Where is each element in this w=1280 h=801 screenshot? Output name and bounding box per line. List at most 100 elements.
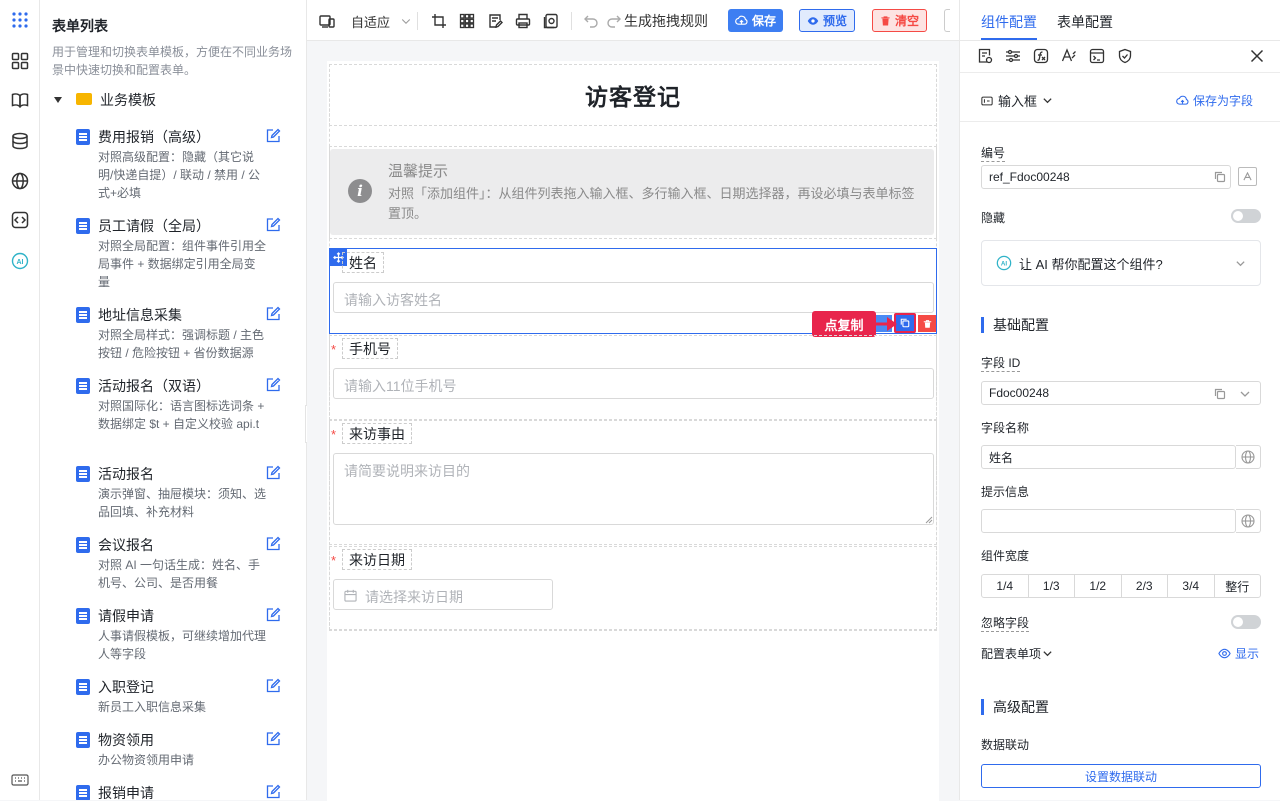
- info-icon: i: [348, 179, 372, 203]
- component-type-select[interactable]: 输入框: [981, 91, 1053, 110]
- device-icon[interactable]: [319, 11, 335, 31]
- trash-icon: [881, 15, 890, 25]
- function-icon[interactable]: [1033, 48, 1049, 64]
- copy-icon[interactable]: [1214, 171, 1226, 183]
- shield-check-icon[interactable]: [1117, 48, 1133, 64]
- eye-icon: [1218, 648, 1231, 659]
- template-desc: 对照 AI 一句话生成：姓名、手机号、公司、是否用餐: [98, 558, 261, 590]
- hint-input[interactable]: [981, 509, 1236, 533]
- sidebar-description: 用于管理和切换表单模板，方便在不同业务场景中快速切换和配置表单。: [52, 45, 293, 77]
- edit-doc-icon[interactable]: [487, 11, 503, 31]
- reason-textarea[interactable]: 请简要说明来访目的: [333, 453, 934, 525]
- text-style-icon[interactable]: [1061, 48, 1077, 64]
- tip-box[interactable]: i 温馨提示 对照「添加组件」：从组件列表拖入输入框、多行输入框、日期选择器，再…: [330, 149, 934, 235]
- document-icon: [76, 608, 90, 624]
- template-icon[interactable]: [543, 11, 559, 31]
- edit-icon[interactable]: [265, 306, 281, 322]
- grid-icon[interactable]: [459, 11, 475, 31]
- chevron-down-icon: [401, 19, 411, 24]
- chevron-down-icon[interactable]: [1239, 388, 1251, 400]
- sliders-icon[interactable]: [1005, 48, 1021, 64]
- book-icon[interactable]: [10, 90, 30, 110]
- width-option[interactable]: 3/4: [1168, 575, 1215, 597]
- width-option[interactable]: 1/4: [982, 575, 1029, 597]
- ignore-field-toggle[interactable]: [1231, 615, 1261, 629]
- config-items-toggle[interactable]: 配置表单项: [981, 645, 1053, 662]
- form-title[interactable]: 访客登记: [329, 64, 937, 126]
- code-icon[interactable]: [10, 210, 30, 230]
- clear-button[interactable]: 清空: [872, 9, 928, 32]
- sidebar-title: 表单列表: [52, 18, 108, 34]
- width-option[interactable]: 1/3: [1029, 575, 1075, 597]
- copy-icon[interactable]: [1214, 388, 1226, 400]
- number-input[interactable]: ref_Fdoc00248: [981, 165, 1231, 189]
- show-toggle-button[interactable]: 显示: [1218, 645, 1259, 662]
- crop-icon[interactable]: [431, 11, 447, 31]
- width-option[interactable]: 2/3: [1122, 575, 1168, 597]
- edit-icon[interactable]: [265, 217, 281, 233]
- visit-date-picker[interactable]: 请选择来访日期: [333, 579, 553, 610]
- edit-icon[interactable]: [265, 536, 281, 552]
- edit-icon[interactable]: [265, 784, 281, 800]
- width-option[interactable]: 1/2: [1075, 575, 1122, 597]
- hidden-label: 隐藏: [981, 211, 1006, 225]
- tab-form-config[interactable]: 表单配置: [1057, 12, 1113, 32]
- svg-text:AI: AI: [17, 259, 24, 266]
- adaptive-select[interactable]: 自适应: [351, 11, 412, 31]
- save-button[interactable]: 保存: [728, 9, 784, 32]
- template-desc: 办公物资领用申请: [98, 753, 195, 767]
- props-icon[interactable]: [977, 48, 993, 64]
- edit-icon[interactable]: [265, 128, 281, 144]
- edit-icon[interactable]: [265, 465, 281, 481]
- close-icon[interactable]: [1250, 49, 1264, 63]
- design-canvas: 访客登记 i 温馨提示 对照「添加组件」：从组件列表拖入输入框、多行输入框、日期…: [307, 41, 959, 801]
- apps-grid-icon[interactable]: [10, 10, 30, 30]
- field-label: 来访日期: [342, 549, 412, 570]
- edit-icon[interactable]: [265, 678, 281, 694]
- width-option[interactable]: 整行: [1215, 575, 1261, 597]
- phone-input[interactable]: 请输入11位手机号: [333, 368, 934, 399]
- ignore-field-label: 忽略字段: [981, 616, 1030, 632]
- ai-icon: AI: [996, 255, 1012, 271]
- tip-body: 对照「添加组件」：从组件列表拖入输入框、多行输入框、日期选择器，再设必填与表单标…: [388, 186, 915, 221]
- keyboard-icon[interactable]: [10, 770, 30, 790]
- copy-hint-badge: 点复制: [812, 311, 876, 337]
- icon-rail: AI: [0, 0, 40, 800]
- edit-icon[interactable]: [265, 607, 281, 623]
- redo-icon: [607, 15, 621, 28]
- generate-drag-rules-button[interactable]: 生成拖拽规则: [606, 11, 708, 31]
- more-button-edge[interactable]: [944, 9, 950, 32]
- document-icon: [76, 785, 90, 800]
- hidden-toggle[interactable]: [1231, 209, 1261, 223]
- field-name-input[interactable]: 姓名: [981, 445, 1236, 469]
- field-date[interactable]: * 来访日期 请选择来访日期: [329, 546, 937, 631]
- components-icon[interactable]: [10, 51, 30, 71]
- database-icon[interactable]: [10, 131, 30, 151]
- set-data-linkage-button[interactable]: 设置数据联动: [981, 764, 1261, 788]
- globe-icon[interactable]: [10, 171, 30, 191]
- preview-label: 预览: [823, 14, 848, 28]
- config-panel: 组件配置 表单配置 输入框 保存为字段 编号 ref_Fdoc00248 隐藏 …: [959, 0, 1280, 800]
- edit-icon[interactable]: [265, 377, 281, 393]
- save-as-field-button[interactable]: 保存为字段: [1176, 92, 1253, 109]
- basic-config-section: 基础配置: [981, 317, 1049, 333]
- folder-business-templates[interactable]: 业务模板: [52, 90, 156, 110]
- ai-config-expander[interactable]: AI 让 AI 帮你配置这个组件?: [981, 240, 1261, 286]
- print-icon[interactable]: [515, 11, 531, 31]
- undo-icon[interactable]: [583, 11, 599, 31]
- preview-button[interactable]: 预览: [799, 9, 856, 32]
- font-toggle-icon[interactable]: [1238, 167, 1257, 186]
- template-title: 物资领用: [98, 732, 154, 748]
- code-window-icon[interactable]: [1089, 48, 1105, 64]
- resize-handle-icon[interactable]: [925, 516, 933, 524]
- field-reason[interactable]: * 来访事由 请简要说明来访目的: [329, 420, 937, 545]
- edit-icon[interactable]: [265, 731, 281, 747]
- adaptive-label: 自适应: [351, 14, 391, 30]
- delete-field-button[interactable]: [918, 315, 936, 332]
- field-phone[interactable]: * 手机号 请输入11位手机号: [329, 335, 937, 420]
- field-label: 手机号: [342, 338, 398, 359]
- ai-icon[interactable]: AI: [10, 251, 30, 271]
- tab-component-config[interactable]: 组件配置: [981, 12, 1037, 32]
- visitor-name-input[interactable]: 请输入访客姓名: [333, 282, 934, 313]
- tip-heading: 温馨提示: [388, 163, 449, 180]
